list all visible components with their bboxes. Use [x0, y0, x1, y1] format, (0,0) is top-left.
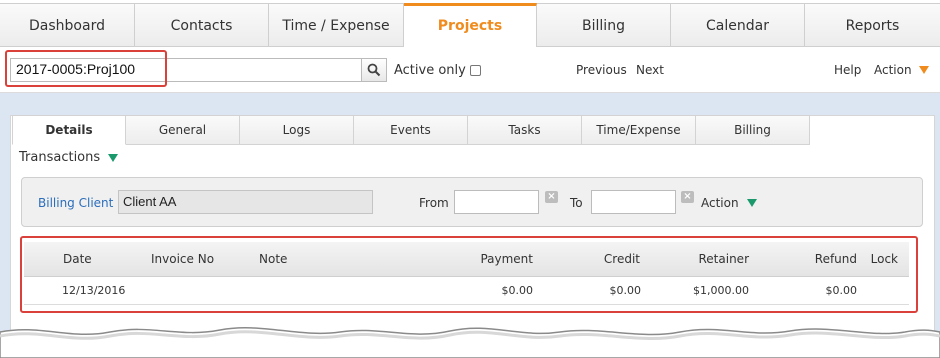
table-header: Date Invoice No Note Payment Credit Reta…: [24, 242, 909, 277]
search-button[interactable]: [361, 58, 387, 82]
column-header-credit[interactable]: Credit: [604, 242, 640, 276]
help-link[interactable]: Help: [834, 63, 861, 77]
filter-action-menu[interactable]: Action: [701, 196, 757, 210]
billing-client-link[interactable]: Billing Client: [38, 196, 113, 210]
from-date-input[interactable]: [454, 190, 539, 214]
transactions-dropdown[interactable]: Transactions: [19, 150, 119, 165]
column-header-date[interactable]: Date: [63, 242, 92, 276]
dropdown-arrow-icon: [108, 153, 119, 162]
project-subtabs: Details General Logs Events Tasks Time/E…: [12, 115, 810, 145]
nav-tab-dashboard[interactable]: Dashboard: [0, 4, 135, 47]
active-only-toggle[interactable]: Active only: [394, 63, 481, 78]
subtab-events[interactable]: Events: [354, 115, 468, 145]
to-label: To: [570, 196, 583, 210]
next-link[interactable]: Next: [636, 63, 664, 77]
to-date-input[interactable]: [591, 190, 676, 214]
subtab-general[interactable]: General: [126, 115, 240, 145]
active-only-label: Active only: [394, 63, 466, 78]
subtab-time-expense[interactable]: Time/Expense: [582, 115, 696, 145]
cell-payment: $0.00: [501, 284, 534, 297]
clear-from-icon[interactable]: ×: [545, 191, 558, 203]
nav-tab-projects[interactable]: Projects: [404, 3, 537, 47]
torn-edge-decoration: [0, 327, 940, 358]
subtab-billing[interactable]: Billing: [696, 115, 810, 145]
main-nav: Dashboard Contacts Time / Expense Projec…: [0, 3, 940, 47]
active-only-checkbox[interactable]: [469, 65, 481, 76]
search-bar: 2017-0005:Proj100 Active only Previous N…: [0, 47, 940, 93]
column-header-note[interactable]: Note: [259, 242, 287, 276]
transactions-label: Transactions: [19, 150, 101, 165]
column-header-invoice-no[interactable]: Invoice No: [151, 242, 214, 276]
subtab-logs[interactable]: Logs: [240, 115, 354, 145]
column-header-payment[interactable]: Payment: [480, 242, 533, 276]
project-search-input[interactable]: 2017-0005:Proj100: [10, 58, 362, 82]
action-menu-label: Action: [874, 63, 912, 77]
transactions-table: Date Invoice No Note Payment Credit Reta…: [24, 242, 909, 305]
column-header-lock[interactable]: Lock: [871, 242, 898, 276]
search-icon: [367, 63, 381, 77]
dropdown-arrow-icon: [746, 199, 757, 207]
cell-refund: $0.00: [825, 284, 858, 297]
cell-retainer: $1,000.00: [693, 284, 749, 297]
dropdown-arrow-icon: [918, 66, 929, 74]
nav-tab-reports[interactable]: Reports: [805, 4, 940, 47]
nav-tab-contacts[interactable]: Contacts: [135, 4, 269, 47]
cell-date: 12/13/2016: [62, 284, 126, 297]
cell-credit: $0.00: [609, 284, 642, 297]
subtab-tasks[interactable]: Tasks: [468, 115, 582, 145]
subtab-details[interactable]: Details: [12, 115, 126, 145]
from-label: From: [419, 196, 449, 210]
column-header-retainer[interactable]: Retainer: [699, 242, 750, 276]
nav-tab-time-expense[interactable]: Time / Expense: [269, 4, 404, 47]
filter-bar: Billing Client Client AA From × To × Act…: [21, 177, 923, 227]
action-menu-top[interactable]: Action: [874, 63, 929, 77]
filter-action-label: Action: [701, 196, 739, 210]
nav-tab-billing[interactable]: Billing: [537, 4, 671, 47]
previous-link[interactable]: Previous: [576, 63, 627, 77]
column-header-refund[interactable]: Refund: [815, 242, 857, 276]
nav-tab-calendar[interactable]: Calendar: [671, 4, 805, 47]
table-row[interactable]: 12/13/2016 $0.00 $0.00 $1,000.00 $0.00: [24, 277, 909, 305]
billing-client-field: Client AA: [118, 190, 373, 214]
clear-to-icon[interactable]: ×: [681, 191, 694, 203]
